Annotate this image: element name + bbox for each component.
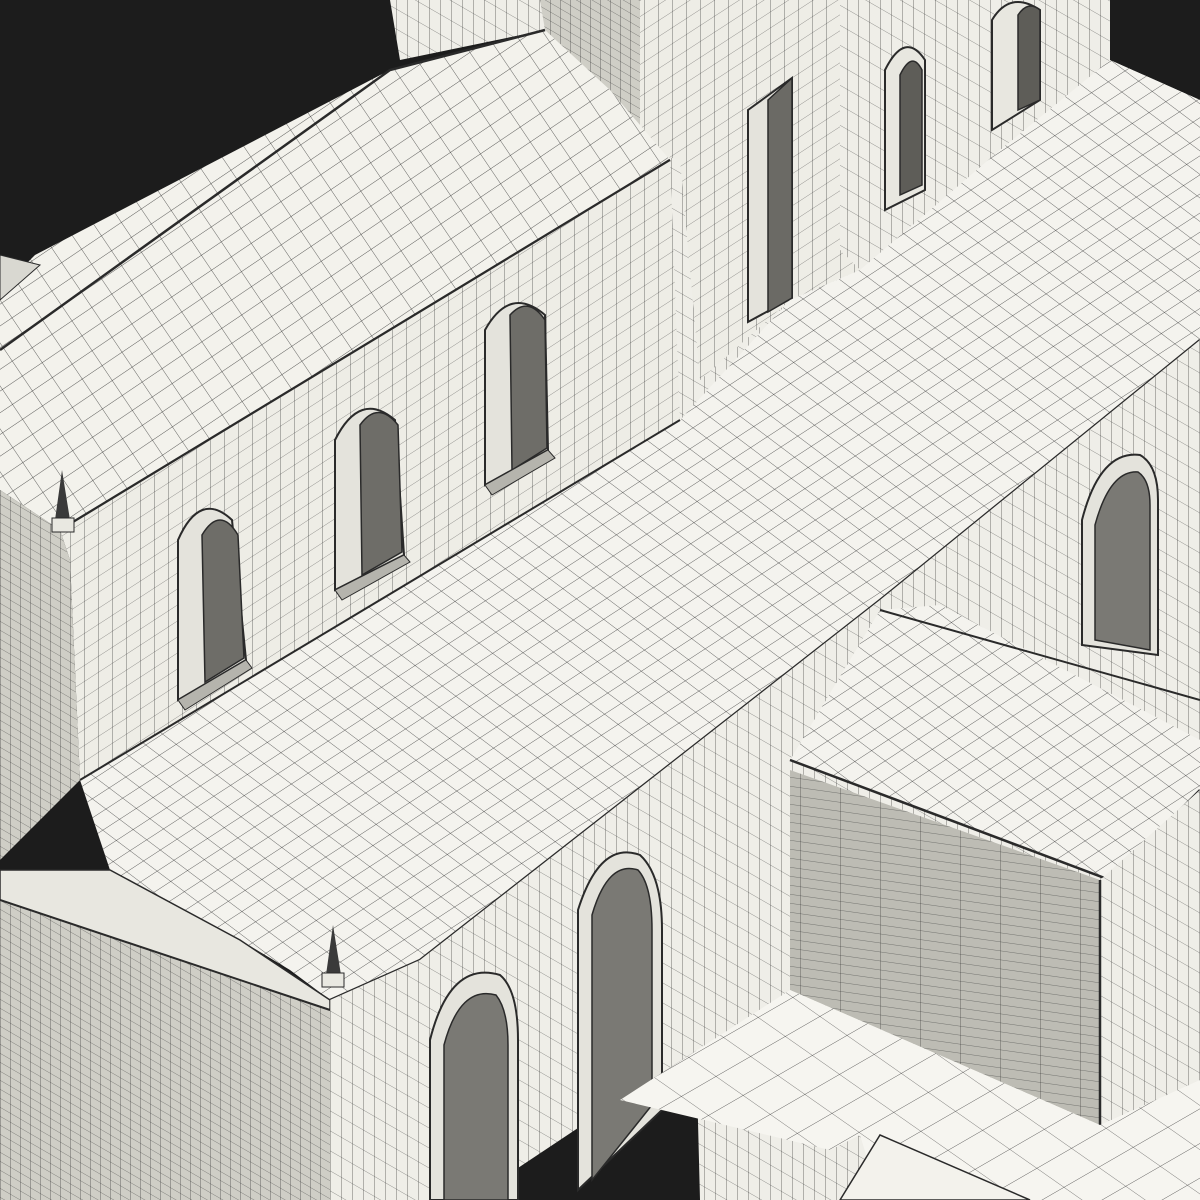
wireframe-church-render <box>0 0 1200 1200</box>
aisle-arch-window-1 <box>429 971 519 1200</box>
